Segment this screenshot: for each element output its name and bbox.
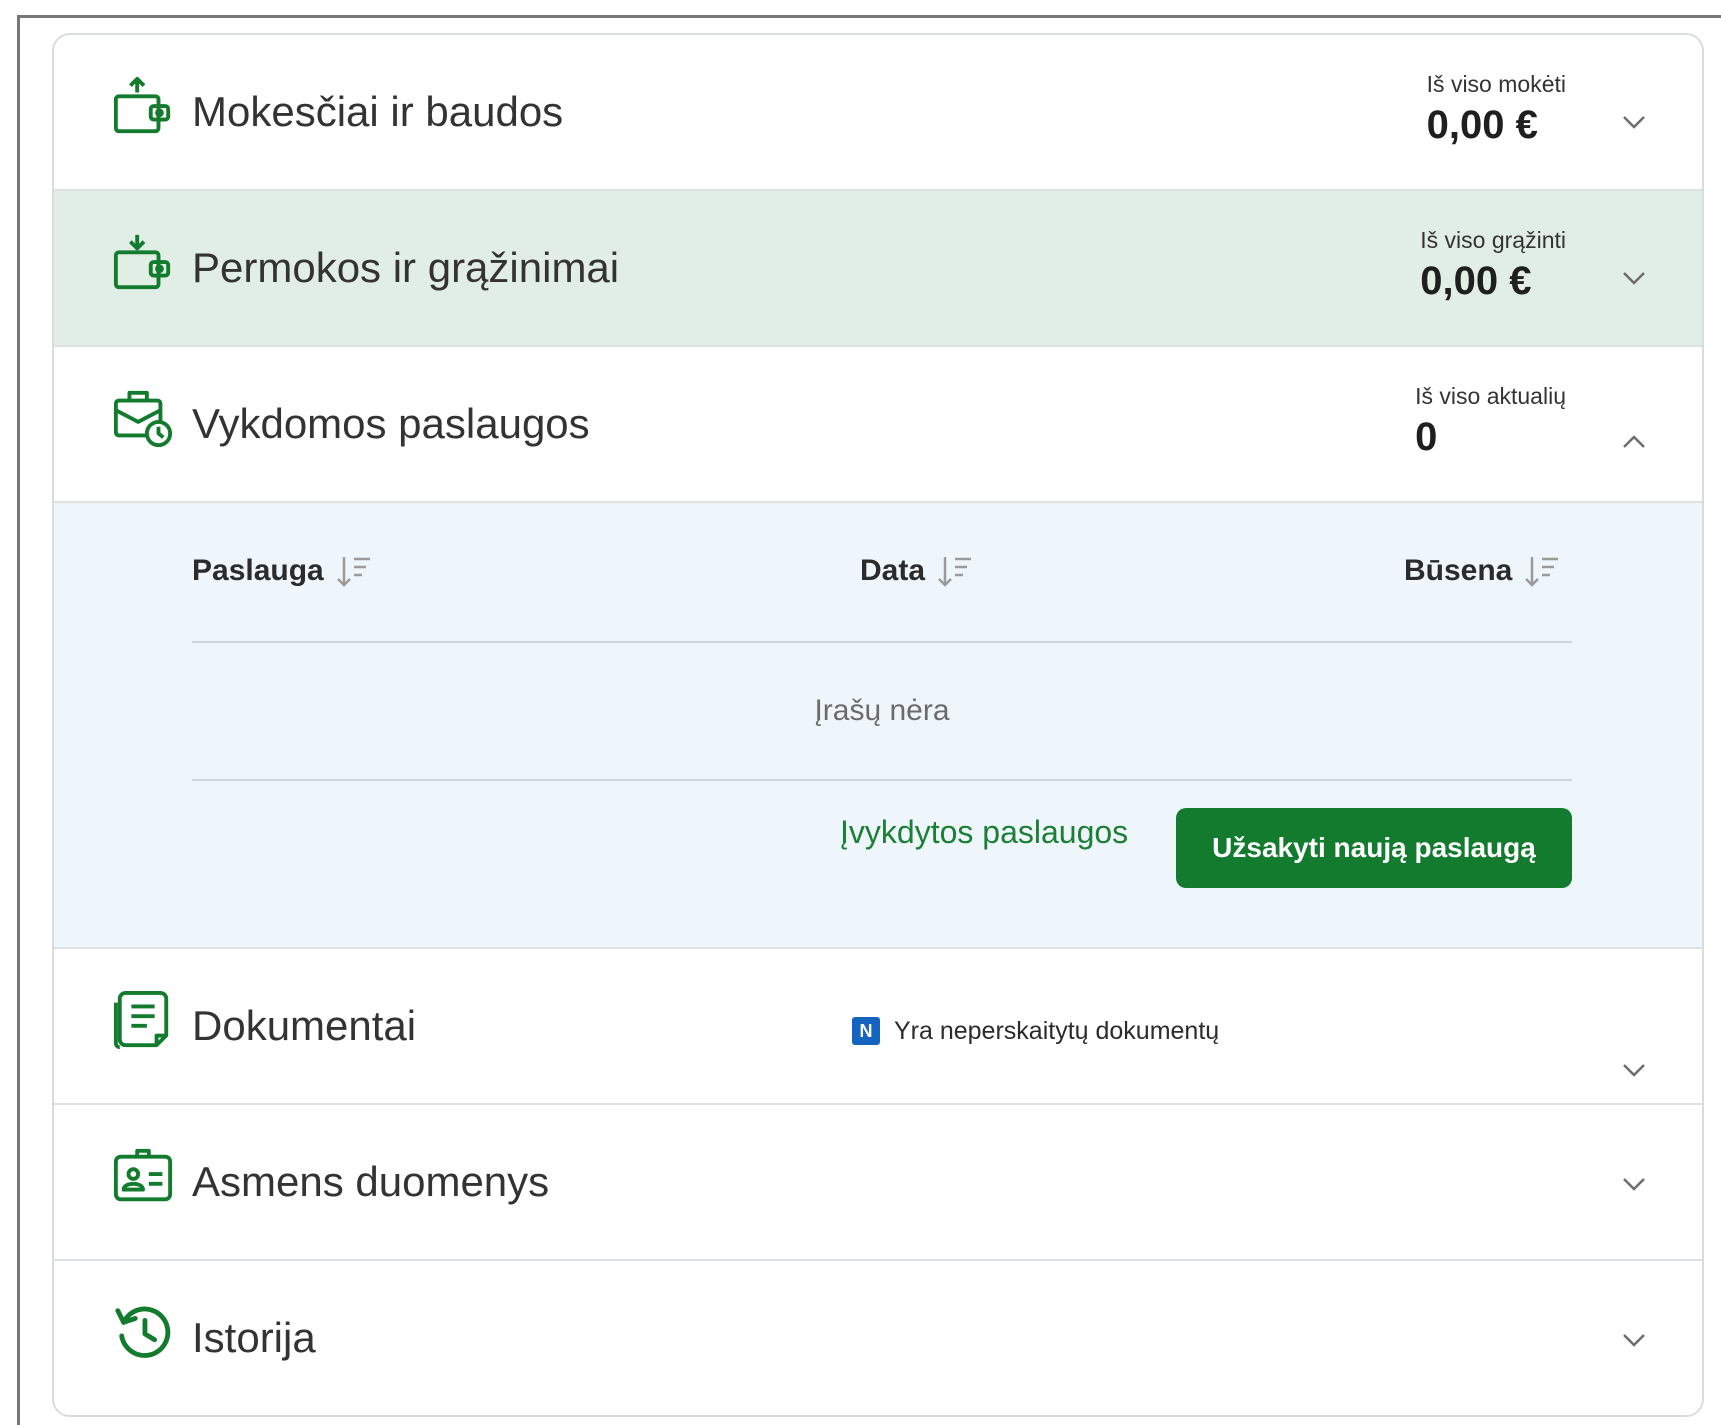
chevron-down-icon[interactable] xyxy=(1618,1323,1650,1355)
history-icon xyxy=(115,1306,171,1358)
summary: Iš viso mokėti 0,00 € xyxy=(1427,69,1566,151)
empty-state-text: Įrašų nėra xyxy=(814,694,950,727)
summary-label: Iš viso aktualių xyxy=(1415,383,1566,409)
chevron-down-icon[interactable] xyxy=(1618,105,1650,137)
section-services[interactable]: Vykdomos paslaugos Iš viso aktualių 0 xyxy=(54,347,1702,503)
sort-icon xyxy=(938,557,972,587)
dashboard-card: Mokesčiai ir baudos Iš viso mokėti 0,00 … xyxy=(52,33,1704,1417)
summary-value: 0,00 € xyxy=(1426,103,1538,147)
wallet-out-icon xyxy=(113,76,171,134)
column-label: Paslauga xyxy=(192,554,324,587)
sort-icon xyxy=(1525,557,1559,587)
new-badge: N xyxy=(852,1017,880,1045)
briefcase-clock-icon xyxy=(113,390,173,448)
section-title: Dokumentai xyxy=(192,1002,417,1049)
summary-label: Iš viso grąžinti xyxy=(1420,227,1566,253)
section-title: Mokesčiai ir baudos xyxy=(192,88,564,135)
chevron-down-icon[interactable] xyxy=(1618,1167,1650,1199)
summary-label: Iš viso mokėti xyxy=(1426,71,1566,97)
column-header-service[interactable]: Paslauga xyxy=(192,551,374,591)
id-card-icon xyxy=(113,1148,173,1202)
documents-icon xyxy=(113,990,169,1050)
unread-documents-notice: N Yra neperskaitytų dokumentų xyxy=(852,1015,1219,1047)
column-label: Data xyxy=(860,554,926,587)
summary-value: 0 xyxy=(1415,415,1438,459)
column-label: Būsena xyxy=(1404,554,1513,587)
summary: Iš viso aktualių 0 xyxy=(1415,381,1566,463)
completed-services-link[interactable]: Įvykdytos paslaugos xyxy=(840,811,1128,853)
column-header-status[interactable]: Būsena xyxy=(1404,551,1562,591)
section-title: Vykdomos paslaugos xyxy=(192,400,590,447)
notice-text: Yra neperskaitytų dokumentų xyxy=(894,1017,1220,1045)
column-header-date[interactable]: Data xyxy=(860,551,975,591)
section-history[interactable]: Istorija xyxy=(54,1261,1702,1415)
section-refunds[interactable]: Permokos ir grąžinimai Iš viso grąžinti … xyxy=(54,191,1702,347)
chevron-down-icon[interactable] xyxy=(1618,1053,1650,1085)
services-panel: Paslauga Data Būsena Įrašų nėra Įvykdyto… xyxy=(54,503,1702,949)
chevron-up-icon[interactable] xyxy=(1618,425,1650,457)
section-taxes[interactable]: Mokesčiai ir baudos Iš viso mokėti 0,00 … xyxy=(54,35,1702,191)
section-title: Asmens duomenys xyxy=(192,1158,550,1205)
section-title: Permokos ir grąžinimai xyxy=(192,244,620,291)
order-new-service-button[interactable]: Užsakyti naują paslaugą xyxy=(1176,808,1572,888)
divider xyxy=(192,641,1572,643)
wallet-in-icon xyxy=(113,234,171,290)
divider xyxy=(192,779,1572,781)
summary-value: 0,00 € xyxy=(1420,259,1532,303)
section-personal-data[interactable]: Asmens duomenys xyxy=(54,1105,1702,1261)
section-documents[interactable]: Dokumentai N Yra neperskaitytų dokumentų xyxy=(54,949,1702,1105)
sort-icon xyxy=(336,557,370,587)
summary: Iš viso grąžinti 0,00 € xyxy=(1420,225,1566,307)
chevron-down-icon[interactable] xyxy=(1618,261,1650,293)
section-title: Istorija xyxy=(192,1314,316,1361)
